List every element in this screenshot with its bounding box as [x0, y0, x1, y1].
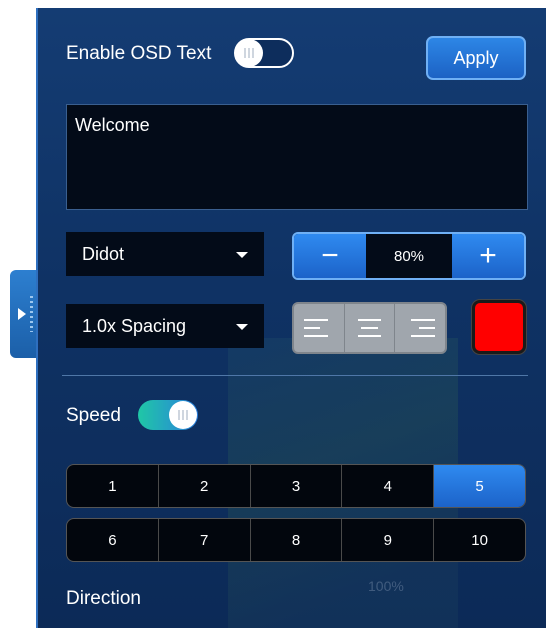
- align-left-icon[interactable]: [294, 304, 345, 352]
- speed-option[interactable]: 1: [67, 465, 159, 507]
- toggle-knob: [235, 39, 263, 67]
- chevron-right-icon: [18, 308, 26, 320]
- grip-icon: [30, 296, 33, 332]
- speed-toggle[interactable]: [138, 400, 198, 430]
- apply-button[interactable]: Apply: [426, 36, 526, 80]
- text-alignment-group: [292, 302, 447, 354]
- speed-option[interactable]: 2: [159, 465, 251, 507]
- osd-settings-panel: 100% Enable OSD Text Apply Welcome Didot…: [36, 8, 546, 628]
- section-divider: [62, 375, 528, 376]
- speed-option-selected[interactable]: 5: [434, 465, 525, 507]
- osd-text-input[interactable]: Welcome: [66, 104, 528, 210]
- decrease-size-button[interactable]: −: [294, 234, 366, 278]
- speed-option[interactable]: 6: [67, 519, 159, 561]
- background-zoom-text: 100%: [368, 578, 404, 594]
- text-color-swatch[interactable]: [472, 300, 526, 354]
- speed-option[interactable]: 7: [159, 519, 251, 561]
- speed-label: Speed: [66, 405, 121, 426]
- font-family-select[interactable]: Didot: [66, 232, 264, 276]
- spacing-select[interactable]: 1.0x Spacing: [66, 304, 264, 348]
- toggle-knob: [169, 401, 197, 429]
- direction-label: Direction: [66, 588, 141, 609]
- enable-osd-label: Enable OSD Text: [66, 43, 212, 64]
- caret-down-icon: [236, 252, 248, 258]
- increase-size-button[interactable]: +: [452, 234, 524, 278]
- speed-option[interactable]: 3: [251, 465, 343, 507]
- speed-row-2: 6 7 8 9 10: [66, 518, 526, 562]
- align-right-icon[interactable]: [395, 304, 445, 352]
- speed-row-1: 1 2 3 4 5: [66, 464, 526, 508]
- speed-option[interactable]: 4: [342, 465, 435, 507]
- speed-option[interactable]: 9: [342, 519, 435, 561]
- font-size-stepper: − 80% +: [292, 232, 526, 280]
- enable-osd-toggle[interactable]: [234, 38, 294, 68]
- spacing-value: 1.0x Spacing: [82, 315, 187, 336]
- font-family-value: Didot: [82, 243, 125, 264]
- speed-option[interactable]: 10: [434, 519, 525, 561]
- caret-down-icon: [236, 324, 248, 330]
- align-center-icon[interactable]: [345, 304, 396, 352]
- speed-option[interactable]: 8: [251, 519, 343, 561]
- font-size-value: 80%: [393, 247, 425, 265]
